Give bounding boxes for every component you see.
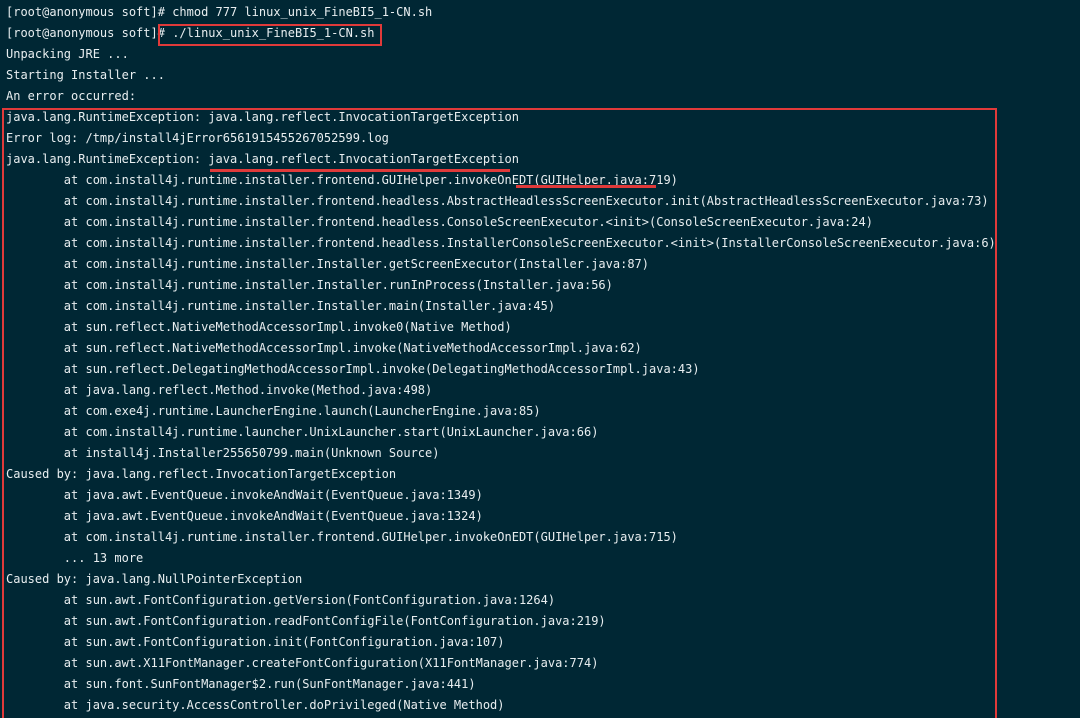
stack-frame-line: at com.install4j.runtime.launcher.UnixLa… — [6, 425, 599, 439]
command-line-chmod: [root@anonymous soft]# chmod 777 linux_u… — [6, 2, 432, 23]
stack-frame-line: at java.lang.reflect.Method.invoke(Metho… — [6, 383, 433, 397]
stack-frame-line: at java.awt.EventQueue.invokeAndWait(Eve… — [6, 509, 483, 523]
output-line: An error occurred: — [6, 89, 137, 103]
trace-line: Error log: /tmp/install4jError6561915455… — [6, 131, 389, 145]
command-text: ./linux_unix_FineBI5_1-CN.sh — [172, 26, 375, 40]
stack-frame-line: at sun.awt.X11FontManager.createFontConf… — [6, 656, 599, 670]
stack-frame-line: at com.install4j.runtime.installer.Insta… — [6, 257, 649, 271]
stack-frame-line: at sun.font.SunFontManager$2.run(SunFont… — [6, 677, 476, 691]
command-text: chmod 777 linux_unix_FineBI5_1-CN.sh — [172, 5, 433, 19]
shell-prompt: [root@anonymous soft]# — [6, 26, 165, 40]
stack-frame-line: at java.awt.EventQueue.invokeAndWait(Eve… — [6, 488, 483, 502]
stack-frame-line: at com.install4j.runtime.installer.front… — [6, 194, 989, 208]
command-line-run: [root@anonymous soft]# ./linux_unix_Fine… — [6, 23, 374, 44]
stack-frame-line: at com.install4j.runtime.installer.Insta… — [6, 299, 556, 313]
stack-frame-line: at java.security.AccessController.doPriv… — [6, 698, 505, 712]
stack-frame-line: at com.install4j.runtime.installer.front… — [6, 215, 873, 229]
caused-by-line: Caused by: java.lang.reflect.InvocationT… — [6, 467, 397, 481]
stack-frame-line: at com.install4j.runtime.installer.front… — [6, 173, 678, 187]
caused-by-line: Caused by: java.lang.NullPointerExceptio… — [6, 572, 303, 586]
stack-frame-line: at com.install4j.runtime.installer.Insta… — [6, 278, 613, 292]
output-line: Unpacking JRE ... — [6, 47, 129, 61]
stack-frame-line: at sun.awt.FontConfiguration.init(FontCo… — [6, 635, 505, 649]
output-line: Starting Installer ... — [6, 68, 165, 82]
terminal-window[interactable]: [root@anonymous soft]# chmod 777 linux_u… — [0, 0, 1080, 718]
stack-frame-line: at com.install4j.runtime.installer.front… — [6, 236, 996, 250]
trace-line: java.lang.RuntimeException: java.lang.re… — [6, 110, 519, 124]
stack-frame-line: at sun.awt.FontConfiguration.readFontCon… — [6, 614, 606, 628]
stack-frame-line: at sun.reflect.DelegatingMethodAccessorI… — [6, 362, 700, 376]
stack-frame-line: at com.install4j.runtime.installer.front… — [6, 530, 678, 544]
stack-frame-line: at sun.reflect.NativeMethodAccessorImpl.… — [6, 320, 512, 334]
stack-frame-line: at com.exe4j.runtime.LauncherEngine.laun… — [6, 404, 541, 418]
stack-frame-line: at sun.awt.FontConfiguration.getVersion(… — [6, 593, 556, 607]
shell-prompt: [root@anonymous soft]# — [6, 5, 165, 19]
trace-line: ... 13 more — [6, 551, 144, 565]
stack-frame-line: at install4j.Installer255650799.main(Unk… — [6, 446, 440, 460]
trace-line: java.lang.RuntimeException: java.lang.re… — [6, 152, 519, 166]
stack-frame-line: at sun.reflect.NativeMethodAccessorImpl.… — [6, 341, 642, 355]
